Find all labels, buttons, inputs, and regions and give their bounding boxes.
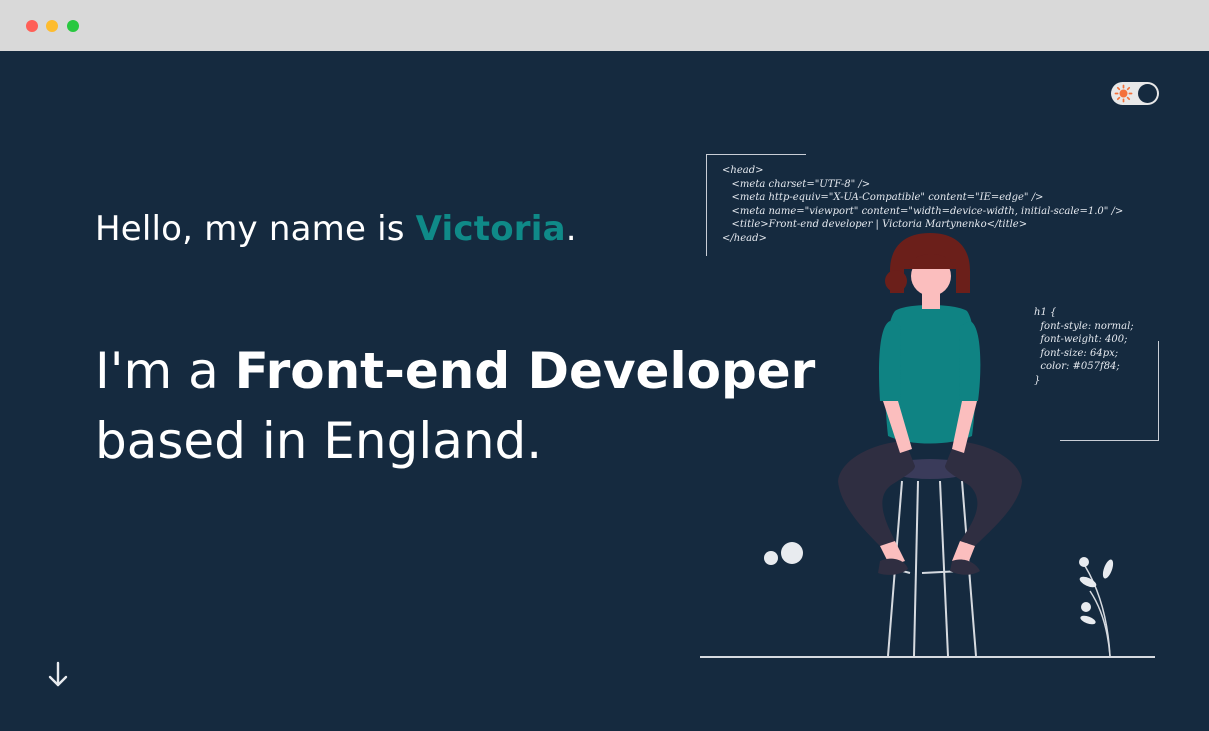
leg-right (945, 441, 1022, 546)
greeting: Hello, my name is Victoria. (95, 209, 577, 249)
greeting-prefix: Hello, my name is (95, 209, 416, 249)
plant-leaf-2 (1080, 615, 1096, 625)
close-window-button[interactable] (26, 20, 38, 32)
arm-right (959, 321, 981, 401)
leg-left (838, 441, 915, 546)
arrow-down-icon[interactable] (44, 659, 72, 691)
plant-bud-1 (1079, 557, 1089, 567)
ground-line (700, 656, 1155, 658)
plant-bud-2 (1081, 602, 1091, 612)
minimize-window-button[interactable] (46, 20, 58, 32)
toggle-knob (1138, 84, 1157, 103)
shoe-right (950, 559, 980, 575)
hero-section: Hello, my name is Victoria. I'm a Front-… (0, 51, 1209, 731)
arm-left (879, 321, 901, 401)
greeting-suffix: . (565, 209, 577, 249)
maximize-window-button[interactable] (67, 20, 79, 32)
plant-leaf-3 (1102, 559, 1114, 579)
browser-titlebar (0, 0, 1209, 51)
role-prefix: I'm a (95, 342, 235, 400)
bubble-large (781, 542, 803, 564)
name-highlight: Victoria (415, 209, 566, 249)
theme-toggle[interactable] (1111, 82, 1159, 105)
bubble-small (764, 551, 778, 565)
sun-icon (1114, 84, 1133, 103)
developer-illustration (764, 233, 1114, 657)
hair-back (885, 270, 907, 292)
